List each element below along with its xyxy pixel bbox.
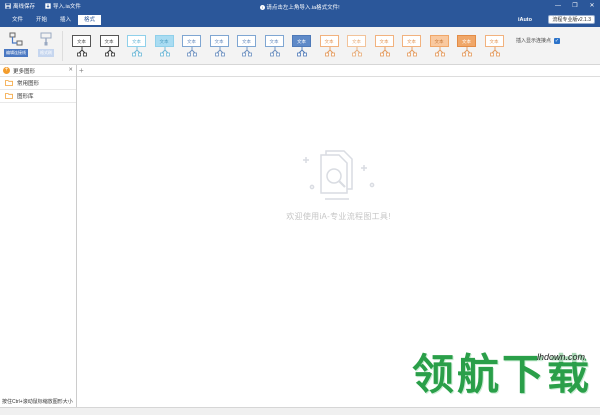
- shape-library-panel: + 更多图形 ✕ 常用图形图形库 按住Ctrl+滚动鼠标缩放图形大小: [0, 65, 77, 407]
- menu-tabs: 文件 开始 插入 格式: [6, 15, 102, 25]
- show-connection-points-label: 插入显示连接点: [516, 38, 552, 44]
- shape-style-preset[interactable]: 文本: [400, 34, 423, 58]
- style-preview-text: 文本: [237, 35, 256, 47]
- connector-node-icon: [352, 47, 362, 57]
- shape-category-label: 图形库: [17, 94, 34, 100]
- add-page-button[interactable]: +: [79, 65, 84, 77]
- window-controls: — ❐ ✕: [554, 1, 596, 10]
- style-preview-text: 文本: [127, 35, 146, 47]
- folder-icon: [5, 80, 13, 86]
- show-connection-points-toggle[interactable]: 插入显示连接点 ✓: [516, 37, 561, 44]
- style-preview-text: 文本: [319, 35, 339, 47]
- shape-style-gallery: 文本 文本 文本 文本 文本 文本 文本 文本 文本 文本 文本 文本 文本 文本 文本 文本: [70, 34, 506, 58]
- connector-node-icon: [269, 47, 280, 57]
- more-shapes-label: 更多图形: [13, 68, 36, 75]
- menu-tab[interactable]: 插入: [54, 15, 77, 25]
- connector-node-icon: [379, 47, 390, 57]
- connector-node-icon: [77, 47, 87, 57]
- import-notice: ! 请点击左上角导入.ia格式文件!: [0, 3, 600, 11]
- shape-style-preset[interactable]: 文本: [345, 34, 368, 58]
- edit-connector-button[interactable]: 编辑连接线: [4, 32, 28, 60]
- menu-bar: 文件 开始 插入 格式 iAuto 流程专业版v2.1.3: [0, 13, 600, 27]
- brand-label: iAuto: [517, 17, 532, 23]
- shape-style-preset[interactable]: 文本: [235, 34, 258, 58]
- panel-close-icon[interactable]: ✕: [68, 67, 73, 73]
- page-tab-bar: +: [77, 65, 600, 77]
- zoom-hint: 按住Ctrl+滚动鼠标缩放图形大小: [2, 399, 73, 405]
- format-ribbon: 编辑连接线 格式刷 文本 文本 文本 文本 文本 文本 文本 文本 文本 文本 文本 文本 文本 文本 文本…: [0, 27, 600, 65]
- more-shapes-header[interactable]: + 更多图形 ✕: [0, 65, 76, 77]
- format-painter-button[interactable]: 格式刷: [34, 32, 58, 60]
- connector-node-icon: [324, 47, 335, 57]
- info-icon: !: [260, 5, 266, 10]
- edit-connector-label: 编辑连接线: [4, 49, 28, 57]
- shape-style-preset[interactable]: 文本: [263, 34, 286, 58]
- style-preview-text: 文本: [429, 35, 449, 47]
- shape-category-label: 常用图形: [17, 81, 40, 87]
- style-preview-text: 文本: [72, 35, 91, 47]
- connector-node-icon: [297, 47, 307, 57]
- style-preview-text: 文本: [264, 35, 284, 47]
- restore-button[interactable]: ❐: [571, 1, 579, 10]
- format-painter-icon: [40, 32, 52, 46]
- style-preview-text: 文本: [374, 35, 394, 47]
- shape-style-preset[interactable]: 文本: [428, 34, 451, 58]
- connector-node-icon: [489, 47, 500, 57]
- welcome-message: 欢迎使用iA-专业流程图工具!: [286, 212, 391, 221]
- style-preview-text: 文本: [484, 35, 504, 47]
- shape-style-preset[interactable]: 文本: [98, 34, 121, 58]
- style-preview-text: 文本: [402, 35, 421, 47]
- shape-category-item[interactable]: 常用图形: [0, 77, 76, 90]
- style-preview-text: 文本: [292, 35, 311, 47]
- shape-style-preset[interactable]: 文本: [153, 34, 176, 58]
- connector-node-icon: [159, 47, 170, 57]
- menu-tab[interactable]: 开始: [30, 15, 53, 25]
- style-preview-text: 文本: [347, 35, 366, 47]
- style-preview-text: 文本: [457, 35, 476, 47]
- connector-node-icon: [214, 47, 225, 57]
- format-painter-label: 格式刷: [38, 49, 54, 57]
- shape-style-preset[interactable]: 文本: [125, 34, 148, 58]
- connector-node-icon: [187, 47, 197, 57]
- close-button[interactable]: ✕: [588, 1, 596, 10]
- shape-style-preset[interactable]: 文本: [373, 34, 396, 58]
- import-notice-text: 请点击左上角导入.ia格式文件!: [266, 5, 340, 11]
- connector-node-icon: [132, 47, 142, 57]
- connector-node-icon: [104, 47, 115, 57]
- shape-style-preset[interactable]: 文本: [180, 34, 203, 58]
- shape-style-preset[interactable]: 文本: [70, 34, 93, 58]
- connector-node-icon: [462, 47, 472, 57]
- connector-icon: [9, 32, 23, 46]
- shape-style-preset[interactable]: 文本: [318, 34, 341, 58]
- shape-style-preset[interactable]: 文本: [290, 34, 313, 58]
- checkbox-checked-icon[interactable]: ✓: [554, 37, 561, 44]
- watermark-url: lhdown.com: [537, 352, 586, 362]
- status-bar: [0, 407, 600, 415]
- shape-category-item[interactable]: 图形库: [0, 90, 76, 103]
- menu-tab[interactable]: 格式: [78, 15, 102, 25]
- shape-category-list: 常用图形 图形库: [0, 77, 76, 103]
- style-preview-text: 文本: [182, 35, 201, 47]
- plus-circle-icon: +: [3, 67, 10, 74]
- shape-style-preset[interactable]: 文本: [208, 34, 231, 58]
- folder-icon: [5, 93, 13, 99]
- version-badge[interactable]: 流程专业版v2.1.3: [548, 15, 595, 24]
- menu-tab[interactable]: 文件: [6, 15, 29, 25]
- shape-style-preset[interactable]: 文本: [455, 34, 478, 58]
- connector-node-icon: [434, 47, 445, 57]
- shape-style-preset[interactable]: 文本: [483, 34, 506, 58]
- style-preview-text: 文本: [209, 35, 229, 47]
- style-preview-text: 文本: [154, 35, 174, 47]
- connector-node-icon: [242, 47, 252, 57]
- title-bar: 离线保存 导入.ia文件 ! 请点击左上角导入.ia格式文件! — ❐ ✕: [0, 0, 600, 13]
- ribbon-divider: [62, 31, 63, 61]
- empty-document-icon: [303, 150, 375, 200]
- minimize-button[interactable]: —: [554, 1, 562, 10]
- connector-node-icon: [407, 47, 417, 57]
- style-preview-text: 文本: [99, 35, 119, 47]
